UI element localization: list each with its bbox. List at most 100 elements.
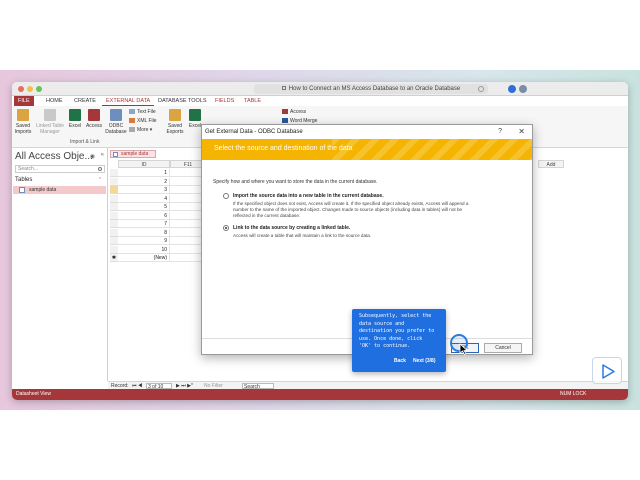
banner-pattern [332, 139, 532, 160]
tooltip-line-1: Subsequently, select the [359, 313, 432, 319]
xml-file-icon [129, 118, 135, 124]
column-header-id[interactable]: ID [118, 160, 170, 168]
walkthrough-tooltip: Subsequently, select the data source and… [352, 309, 446, 372]
tab-external-data[interactable]: EXTERNAL DATA [102, 96, 155, 106]
tooltip-text: Subsequently, select the data source and… [359, 313, 441, 351]
nav-search-input[interactable]: Search... [15, 165, 105, 173]
address-bar[interactable]: How to Connect an MS Access Database to … [254, 84, 488, 94]
tooltip-back-button[interactable]: Back [394, 358, 406, 364]
dialog-intro: Specify how and where you want to store … [213, 179, 378, 185]
status-view-label: Datasheet View [16, 391, 51, 397]
import-option-title[interactable]: Import the source data into a new table … [233, 193, 384, 199]
table-icon [19, 187, 25, 193]
excel-export-icon [189, 109, 201, 121]
tables-section-header[interactable]: Tables [15, 177, 32, 183]
tooltip-line-3: destination you prefer to [359, 328, 435, 334]
id-cell[interactable]: 8 [118, 228, 170, 237]
odbc-database-label: ODBC Database [105, 123, 127, 135]
minimize-window-icon[interactable] [27, 86, 33, 92]
nav-search-placeholder: Search... [18, 166, 39, 172]
saved-imports-label: Saved Imports [14, 123, 32, 135]
more-label: More [137, 127, 149, 133]
nav-item-sample-data[interactable]: sample data [13, 186, 106, 194]
text-file-button[interactable]: Text File [129, 109, 156, 115]
tab-sample-data[interactable]: sample data [110, 150, 156, 158]
column-header-add[interactable]: Add [538, 160, 564, 168]
row-selector[interactable] [110, 237, 118, 245]
id-cell[interactable]: (New) [118, 254, 170, 262]
row-selector[interactable] [110, 203, 118, 211]
text-file-label: Text File [137, 109, 156, 115]
nav-menu-chevron-icon[interactable]: ◉ [90, 153, 95, 160]
link-option-title[interactable]: Link to the data source by creating a li… [233, 225, 350, 231]
page-title: How to Connect an MS Access Database to … [288, 86, 461, 92]
section-collapse-icon[interactable]: ⌃ [98, 177, 102, 183]
search-icon [98, 167, 102, 171]
status-bar: Datasheet View NUM LOCK [12, 389, 628, 400]
import-option-radio[interactable] [223, 193, 229, 199]
excel-label: Excel [68, 123, 82, 129]
close-window-icon[interactable] [18, 86, 24, 92]
reload-icon[interactable] [478, 86, 484, 92]
tooltip-line-2: data source and [359, 320, 405, 327]
tab-create[interactable]: CREATE [70, 96, 100, 106]
cancel-button[interactable]: Cancel [484, 343, 522, 353]
row-selector[interactable] [110, 194, 118, 203]
extension-play-icon[interactable] [508, 85, 516, 93]
extension-icon[interactable] [519, 85, 527, 93]
access-import-button[interactable]: Access [83, 109, 105, 129]
id-cell[interactable]: 4 [118, 194, 170, 203]
row-selector[interactable]: ✱ [110, 254, 118, 262]
row-selector[interactable] [110, 169, 118, 177]
link-option-radio[interactable] [223, 225, 229, 231]
access-export-button[interactable]: Access [282, 109, 306, 115]
navigation-pane: All Access Obje... ◉ « Search... Tables … [12, 148, 108, 381]
id-cell[interactable]: 10 [118, 245, 170, 254]
record-navigation-bar: Record: ⏮ ◀ 3 of 10 ▶ ⏭ ▶* No Filter Sea… [108, 381, 628, 390]
video-play-button[interactable] [592, 357, 622, 384]
dialog-banner: Select the source and destination of the… [202, 139, 532, 160]
play-icon [602, 364, 615, 379]
id-cell[interactable]: 3 [118, 186, 170, 194]
access-export-icon [282, 109, 288, 115]
id-cell[interactable]: 7 [118, 220, 170, 228]
tab-table[interactable]: TABLE [240, 96, 265, 106]
tooltip-line-4: use. Once done, click [359, 335, 423, 342]
id-cell[interactable]: 1 [118, 169, 170, 177]
saved-imports-icon [17, 109, 29, 121]
status-num-lock: NUM LOCK [560, 391, 587, 397]
linked-table-manager-button[interactable]: Linked Table Manager [36, 109, 64, 135]
row-selector[interactable] [110, 245, 118, 254]
id-cell[interactable]: 2 [118, 177, 170, 186]
maximize-window-icon[interactable] [36, 86, 42, 92]
nav-pane-title[interactable]: All Access Obje... [15, 151, 93, 162]
odbc-database-button[interactable]: ODBC Database [105, 109, 127, 135]
lock-icon [281, 86, 286, 91]
ribbon-tabs: FILE HOME CREATE EXTERNAL DATA DATABASE … [12, 96, 628, 106]
row-selector[interactable] [110, 186, 118, 194]
dialog-title: Get External Data - ODBC Database [205, 129, 303, 135]
row-selector[interactable] [110, 177, 118, 186]
tab-file[interactable]: FILE [14, 96, 34, 106]
close-icon[interactable]: ✕ [518, 127, 525, 136]
saved-exports-button[interactable]: Saved Exports [164, 109, 186, 135]
saved-exports-label: Saved Exports [166, 123, 184, 135]
tab-home[interactable]: HOME [42, 96, 67, 106]
row-selector[interactable] [110, 211, 118, 220]
xml-file-button[interactable]: XML File [129, 118, 157, 124]
row-selector[interactable] [110, 220, 118, 228]
word-merge-icon [282, 118, 288, 124]
help-icon[interactable]: ? [498, 128, 502, 135]
id-cell[interactable]: 6 [118, 211, 170, 220]
tab-fields[interactable]: FIELDS [211, 96, 238, 106]
access-label: Access [85, 123, 103, 129]
id-cell[interactable]: 5 [118, 203, 170, 211]
row-selector[interactable] [110, 228, 118, 237]
tooltip-next-button[interactable]: Next (3/8) [413, 358, 436, 364]
more-button[interactable]: More ▾ [129, 127, 152, 133]
tab-database-tools[interactable]: DATABASE TOOLS [154, 96, 211, 106]
id-cell[interactable]: 9 [118, 237, 170, 245]
table-tab-icon [113, 152, 118, 157]
saved-imports-button[interactable]: Saved Imports [12, 109, 34, 135]
collapse-pane-icon[interactable]: « [101, 152, 104, 158]
